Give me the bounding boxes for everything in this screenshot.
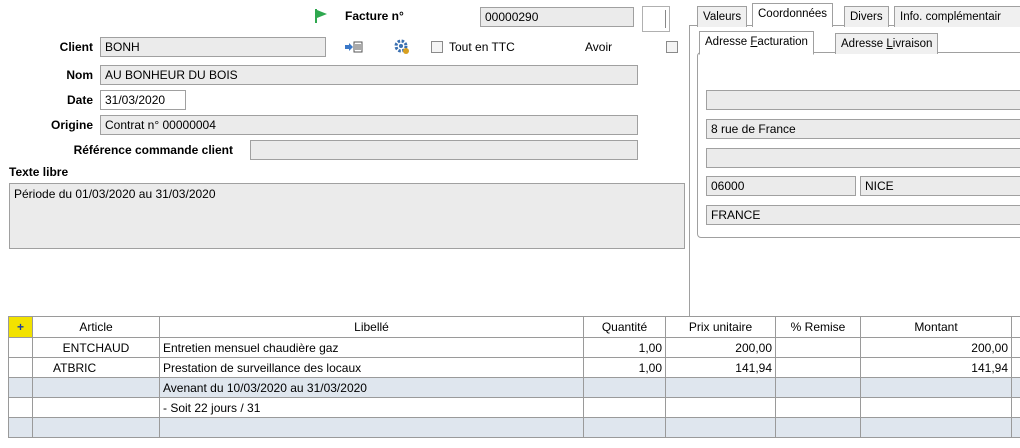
address-line1-field[interactable] <box>706 90 1020 110</box>
country-field[interactable]: FRANCE <box>706 205 1020 225</box>
cell-libelle[interactable] <box>159 417 584 438</box>
cell-article[interactable]: ATBRIC <box>32 357 160 378</box>
row-selector[interactable] <box>8 377 33 398</box>
cell-quantite[interactable] <box>583 417 666 438</box>
reference-field[interactable] <box>250 140 638 160</box>
avoir-checkbox[interactable] <box>666 41 678 53</box>
cell-a[interactable] <box>1011 377 1020 398</box>
col-prix-unitaire[interactable]: Prix unitaire <box>665 316 776 338</box>
cell-quantite[interactable] <box>583 397 666 418</box>
origine-label: Origine <box>50 118 93 132</box>
cell-montant[interactable]: 200,00 <box>860 337 1012 358</box>
city-field[interactable]: NICE <box>860 176 1020 196</box>
cell-prix-unitaire[interactable] <box>665 377 776 398</box>
cell-article[interactable] <box>32 397 160 418</box>
cell-montant[interactable] <box>860 377 1012 398</box>
tab-divers[interactable]: Divers <box>844 6 889 27</box>
cell-quantite[interactable]: 1,00 <box>583 357 666 378</box>
tab-adresse-livraison[interactable]: Adresse Livraison <box>835 33 939 54</box>
table-row[interactable]: ATBRIC Prestation de surveillance des lo… <box>8 357 1020 378</box>
col-libelle[interactable]: Libellé <box>159 316 584 338</box>
cell-remise[interactable] <box>775 357 861 378</box>
client-label: Client <box>59 40 93 54</box>
reference-label: Référence commande client <box>73 143 233 157</box>
cell-prix-unitaire[interactable] <box>665 417 776 438</box>
col-a[interactable]: A <box>1011 316 1020 338</box>
nom-field[interactable]: AU BONHEUR DU BOIS <box>100 65 638 85</box>
origine-field[interactable]: Contrat n° 00000004 <box>100 115 638 135</box>
cell-article[interactable]: ENTCHAUD <box>32 337 160 358</box>
date-field[interactable]: 31/03/2020 <box>100 90 186 110</box>
cell-libelle[interactable]: Avenant du 10/03/2020 au 31/03/2020 <box>159 377 584 398</box>
cell-remise[interactable] <box>775 417 861 438</box>
add-line-icon[interactable]: + <box>8 316 33 338</box>
invoice-extra-box[interactable] <box>642 6 670 32</box>
client-lookup-icon[interactable] <box>345 40 363 54</box>
address-line3-field[interactable] <box>706 148 1020 168</box>
row-selector[interactable] <box>8 337 33 358</box>
invoice-number-field[interactable]: 00000290 <box>480 7 634 27</box>
tab-adresse-facturation-prefix: Adresse <box>705 36 751 48</box>
cell-remise[interactable] <box>775 377 861 398</box>
cell-prix-unitaire[interactable]: 200,00 <box>665 337 776 358</box>
cell-a[interactable] <box>1011 397 1020 418</box>
grid-header-row: + Article Libellé Quantité Prix unitaire… <box>8 316 1020 338</box>
gear-icon[interactable] <box>393 38 411 56</box>
table-row[interactable] <box>8 417 1020 438</box>
nom-label: Nom <box>66 68 93 82</box>
cell-remise[interactable] <box>775 337 861 358</box>
texte-libre-label: Texte libre <box>9 165 69 179</box>
table-row[interactable]: ENTCHAUD Entretien mensuel chaudière gaz… <box>8 337 1020 358</box>
cell-a[interactable] <box>1011 337 1020 358</box>
cell-article[interactable] <box>32 377 160 398</box>
tout-en-ttc-label: Tout en TTC <box>449 40 515 54</box>
cell-montant[interactable] <box>860 417 1012 438</box>
row-selector[interactable] <box>8 397 33 418</box>
cell-libelle[interactable]: - Soit 22 jours / 31 <box>159 397 584 418</box>
cell-montant[interactable]: 141,94 <box>860 357 1012 378</box>
tab-adresse-livraison-prefix: Adresse <box>841 38 887 50</box>
cell-article[interactable] <box>32 417 160 438</box>
cell-quantite[interactable] <box>583 377 666 398</box>
invoice-lines-grid: + Article Libellé Quantité Prix unitaire… <box>8 316 1020 438</box>
cell-a[interactable] <box>1011 357 1020 378</box>
row-selector[interactable] <box>8 417 33 438</box>
col-montant[interactable]: Montant <box>860 316 1012 338</box>
tab-adresse-facturation-rest: acturation <box>757 36 808 48</box>
tab-info-complementaire[interactable]: Info. complémentair <box>894 6 1020 27</box>
cell-libelle[interactable]: Entretien mensuel chaudière gaz <box>159 337 584 358</box>
cell-prix-unitaire[interactable]: 141,94 <box>665 357 776 378</box>
table-row[interactable]: Avenant du 10/03/2020 au 31/03/2020 <box>8 377 1020 398</box>
tab-coordonnees[interactable]: Coordonnées <box>752 3 834 27</box>
tab-adresse-livraison-rest: ivraison <box>892 38 933 50</box>
cell-libelle[interactable]: Prestation de surveillance des locaux <box>159 357 584 378</box>
postal-code-field[interactable]: 06000 <box>706 176 856 196</box>
avoir-label: Avoir <box>585 40 613 54</box>
invoice-number-label: Facture n° <box>345 9 404 23</box>
col-article[interactable]: Article <box>32 316 160 338</box>
tout-en-ttc-checkbox[interactable] <box>431 41 443 53</box>
cell-a[interactable] <box>1011 417 1020 438</box>
row-selector[interactable] <box>8 357 33 378</box>
cell-remise[interactable] <box>775 397 861 418</box>
address-line2-field[interactable]: 8 rue de France <box>706 119 1020 139</box>
cell-quantite[interactable]: 1,00 <box>583 337 666 358</box>
texte-libre-textarea[interactable]: Période du 01/03/2020 au 31/03/2020 <box>9 183 685 249</box>
client-code-field[interactable]: BONH <box>100 37 326 57</box>
date-label: Date <box>66 93 93 107</box>
col-remise[interactable]: % Remise <box>775 316 861 338</box>
cell-montant[interactable] <box>860 397 1012 418</box>
tab-valeurs[interactable]: Valeurs <box>697 6 748 27</box>
cell-prix-unitaire[interactable] <box>665 397 776 418</box>
col-quantite[interactable]: Quantité <box>583 316 666 338</box>
table-row[interactable]: - Soit 22 jours / 31 <box>8 397 1020 418</box>
flag-icon <box>314 9 328 23</box>
tab-adresse-facturation[interactable]: Adresse Facturation <box>699 31 814 55</box>
